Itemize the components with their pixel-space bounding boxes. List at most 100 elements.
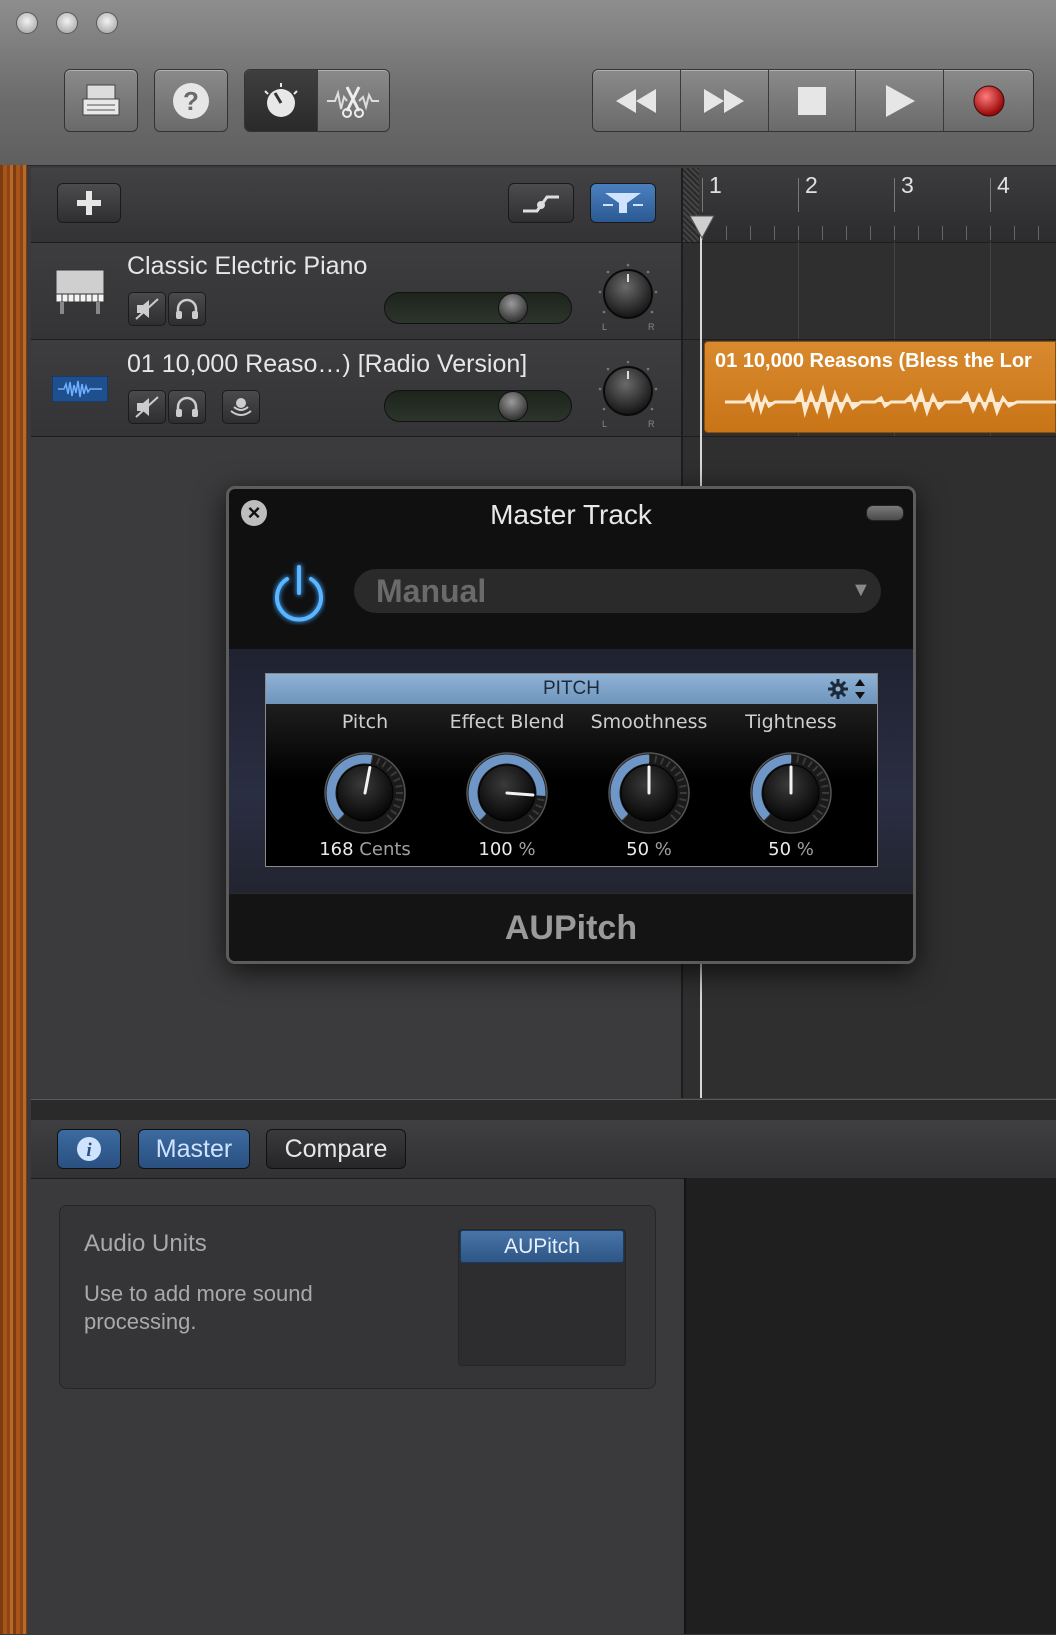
tightness-knob[interactable] (749, 751, 833, 835)
svg-text:L: L (602, 419, 607, 429)
volume-knob[interactable] (498, 293, 528, 323)
region-waveform (725, 384, 1056, 420)
view-segmented-control (244, 69, 390, 132)
record-icon (973, 85, 1005, 116)
fast-forward-button[interactable] (679, 70, 768, 131)
mute-icon (135, 396, 159, 418)
record-button[interactable] (943, 70, 1033, 131)
gear-icon[interactable] (826, 676, 870, 707)
window-close-button[interactable] (16, 12, 38, 34)
chevron-down-icon: ▼ (851, 579, 871, 601)
track-volume-slider[interactable] (384, 390, 572, 422)
bar-tick (702, 178, 703, 212)
plugin-name: AUPitch (504, 909, 638, 947)
rewind-button[interactable] (593, 70, 680, 131)
value-number: 168 (319, 839, 354, 860)
help-button[interactable]: ? (154, 69, 228, 132)
solo-button[interactable] (168, 390, 206, 424)
mute-button[interactable] (128, 292, 166, 326)
audio-unit-slot-label: AUPitch (504, 1234, 580, 1258)
waveform-icon (51, 375, 109, 407)
close-icon: × (247, 500, 261, 525)
stop-button[interactable] (767, 70, 856, 131)
tab-label: Master (155, 1134, 233, 1163)
param-value: 50 % (579, 839, 719, 860)
param-label: Tightness (745, 711, 837, 733)
track-name: 01 10,000 Reaso…) [Radio Version] (127, 350, 528, 378)
fast-forward-icon (704, 88, 745, 113)
pane-divider[interactable] (31, 1099, 1056, 1121)
master-track-icon (603, 193, 643, 213)
tab-label: Compare (284, 1134, 388, 1163)
stop-icon (798, 86, 827, 115)
master-track-button[interactable] (590, 183, 656, 223)
drawer-icon (82, 84, 120, 115)
plugin-window: Master Track × Manual ▼ PITCH Pitch Effe… (226, 486, 916, 964)
window-zoom-button[interactable] (96, 12, 118, 34)
mute-icon (135, 298, 159, 320)
collapse-button[interactable] (866, 505, 904, 521)
transport-controls (592, 69, 1034, 132)
power-icon (274, 564, 324, 623)
effect-blend-knob[interactable] (465, 751, 549, 835)
window-minimize-button[interactable] (56, 12, 78, 34)
pitch-knob[interactable] (323, 751, 407, 835)
play-button[interactable] (855, 70, 943, 131)
bar-tick (894, 178, 895, 212)
svg-text:L: L (602, 322, 607, 332)
wood-border (0, 165, 27, 1634)
mute-button[interactable] (128, 390, 166, 424)
knob-icon (264, 82, 298, 117)
bar-number: 4 (997, 172, 1010, 198)
lane-divider (683, 339, 1056, 340)
param-value: 50 % (721, 839, 861, 860)
piano-icon (52, 266, 108, 321)
bar-tick (798, 178, 799, 212)
add-track-button[interactable] (57, 183, 121, 223)
library-button[interactable] (64, 69, 138, 132)
param-label: Smoothness (590, 711, 708, 733)
volume-knob[interactable] (498, 391, 528, 421)
headphones-icon (176, 396, 198, 417)
power-button[interactable] (267, 557, 331, 634)
param-value: 100 % (437, 839, 577, 860)
info-button[interactable]: i (57, 1129, 121, 1169)
smoothness-knob[interactable] (607, 751, 691, 835)
automation-icon (523, 195, 559, 213)
playhead-handle[interactable] (688, 214, 716, 245)
editor-right-pane (684, 1178, 1056, 1634)
param-value: 168 Cents (295, 839, 435, 860)
bar-number: 1 (709, 172, 722, 198)
svg-text:R: R (648, 322, 655, 332)
track-volume-slider[interactable] (384, 292, 572, 324)
editors-button[interactable] (316, 70, 390, 131)
section-title: PITCH (543, 678, 600, 699)
value-number: 100 (478, 839, 513, 860)
play-icon (885, 84, 915, 117)
record-enable-button[interactable] (222, 390, 260, 424)
pan-knob-icon: L R (598, 360, 658, 429)
plugin-window-title: Master Track (490, 499, 652, 530)
solo-button[interactable] (168, 292, 206, 326)
knob-graphics (750, 752, 832, 834)
value-unit: Cents (359, 839, 411, 860)
smart-controls-button[interactable] (245, 70, 317, 131)
track-pan-knob[interactable]: L R (596, 359, 660, 429)
automation-button[interactable] (508, 183, 574, 223)
param-label: Pitch (341, 711, 389, 733)
audio-region[interactable]: 01 10,000 Reasons (Bless the Lor (704, 341, 1056, 433)
preset-label: Manual (376, 572, 487, 609)
tab-compare[interactable]: Compare (266, 1129, 406, 1169)
tab-master[interactable]: Master (138, 1129, 250, 1169)
scissors-icon (327, 85, 380, 118)
preset-popup[interactable]: Manual (354, 569, 881, 613)
knob-graphics (324, 752, 406, 834)
audio-unit-slot[interactable]: AUPitch (460, 1230, 624, 1263)
lane-divider (683, 436, 1056, 437)
bar-tick (990, 178, 991, 212)
svg-text:i: i (86, 1140, 92, 1161)
close-button[interactable]: × (241, 500, 267, 526)
value-number: 50 (768, 839, 792, 860)
knob-pointer (505, 791, 535, 797)
track-pan-knob[interactable]: L R (596, 262, 660, 332)
